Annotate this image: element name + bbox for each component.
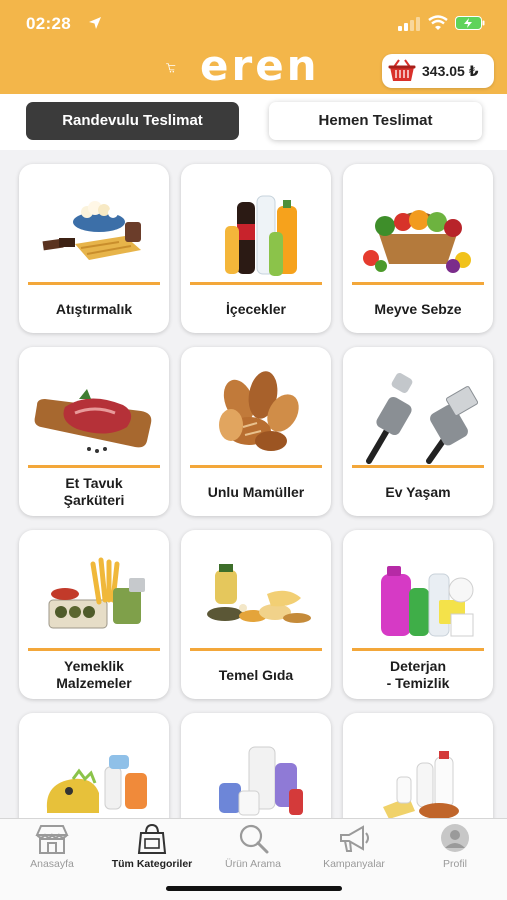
status-time: 02:28	[26, 14, 71, 33]
category-label: İçecekler	[226, 300, 286, 317]
category-card-drinks[interactable]: İçecekler	[181, 164, 331, 333]
category-card-staple-food[interactable]: Temel Gıda	[181, 530, 331, 699]
nav-campaigns[interactable]: Kampanyalar	[304, 823, 404, 873]
tab-instant-delivery[interactable]: Hemen Teslimat	[269, 102, 482, 140]
snacks-image	[42, 201, 141, 260]
category-card-detergent[interactable]: Deterjan - Temizlik	[343, 530, 493, 699]
home-indicator	[166, 886, 342, 891]
nav-home[interactable]: Anasayfa	[2, 823, 102, 873]
category-divider	[190, 282, 322, 285]
category-grid: Atıştırmalık İçecekler Meyve Sebze Et Ta…	[0, 150, 507, 818]
battery-charging-icon	[455, 16, 485, 30]
category-divider	[352, 648, 484, 651]
detergent-image	[381, 566, 474, 637]
wifi-icon	[428, 15, 448, 30]
category-card-baby-toys[interactable]	[19, 713, 169, 818]
location-arrow-icon	[89, 17, 101, 29]
category-card-fruit-vegetable[interactable]: Meyve Sebze	[343, 164, 493, 333]
category-label: Yemeklik Malzemeler	[56, 658, 132, 691]
category-divider	[190, 648, 322, 651]
category-card-home-living[interactable]: Ev Yaşam	[343, 347, 493, 516]
app-header: 02:28 eren 343.05 ₺	[0, 0, 507, 94]
personal-care-image	[219, 746, 303, 816]
nav-product-search[interactable]: Ürün Arama	[203, 823, 303, 873]
nav-home-label: Anasayfa	[30, 858, 74, 870]
brand-name: eren	[200, 41, 320, 90]
category-divider	[352, 465, 484, 468]
meat-image	[34, 389, 152, 453]
nav-campaigns-label: Kampanyalar	[323, 858, 385, 870]
staple-food-image	[207, 564, 311, 623]
tab-scheduled-delivery[interactable]: Randevulu Teslimat	[26, 102, 239, 140]
category-divider	[28, 648, 160, 651]
person-icon	[441, 824, 469, 852]
category-label: Deterjan - Temizlik	[386, 658, 450, 691]
category-divider	[352, 282, 484, 285]
shopping-basket-icon	[388, 59, 416, 81]
megaphone-icon	[340, 825, 369, 852]
nav-profile-label: Profil	[443, 858, 467, 870]
category-card-bakery[interactable]: Unlu Mamüller	[181, 347, 331, 516]
status-bar: 02:28	[0, 0, 507, 44]
nav-product-search-label: Ürün Arama	[224, 858, 282, 870]
baby-toys-image	[46, 755, 147, 813]
cellular-signal-icon	[398, 17, 420, 31]
bakery-image	[219, 371, 299, 451]
category-label: Unlu Mamüller	[207, 483, 305, 500]
category-label: Atıştırmalık	[55, 300, 133, 317]
category-card-personal-care[interactable]	[181, 713, 331, 818]
category-label: Meyve Sebze	[374, 300, 462, 317]
nav-all-categories[interactable]: Tüm Kategoriler	[102, 823, 202, 873]
category-label: Et Tavuk Şarküteri	[63, 475, 125, 508]
category-card-dairy[interactable]	[343, 713, 493, 818]
category-card-cooking-ingredients[interactable]: Yemeklik Malzemeler	[19, 530, 169, 699]
cooking-ingredients-image	[48, 557, 145, 629]
category-divider	[28, 465, 160, 468]
usb-cable-image	[366, 373, 479, 464]
cart-button[interactable]: 343.05 ₺	[382, 54, 494, 88]
dairy-image	[383, 751, 459, 818]
nav-profile[interactable]: Profil	[405, 823, 505, 873]
shopping-bag-icon	[137, 823, 167, 854]
drinks-image	[225, 195, 297, 276]
category-card-meat[interactable]: Et Tavuk Şarküteri	[19, 347, 169, 516]
category-divider	[28, 282, 160, 285]
category-card-snacks[interactable]: Atıştırmalık	[19, 164, 169, 333]
magnifier-icon	[239, 824, 269, 854]
category-label: Ev Yaşam	[385, 483, 451, 500]
category-divider	[190, 465, 322, 468]
cart-total: 343.05 ₺	[422, 63, 479, 79]
delivery-tabs: Randevulu Teslimat Hemen Teslimat	[0, 94, 507, 150]
store-icon	[35, 825, 69, 854]
nav-all-categories-label: Tüm Kategoriler	[111, 858, 193, 870]
fruit-vegetable-image	[363, 210, 471, 273]
category-label: Temel Gıda	[218, 666, 294, 683]
